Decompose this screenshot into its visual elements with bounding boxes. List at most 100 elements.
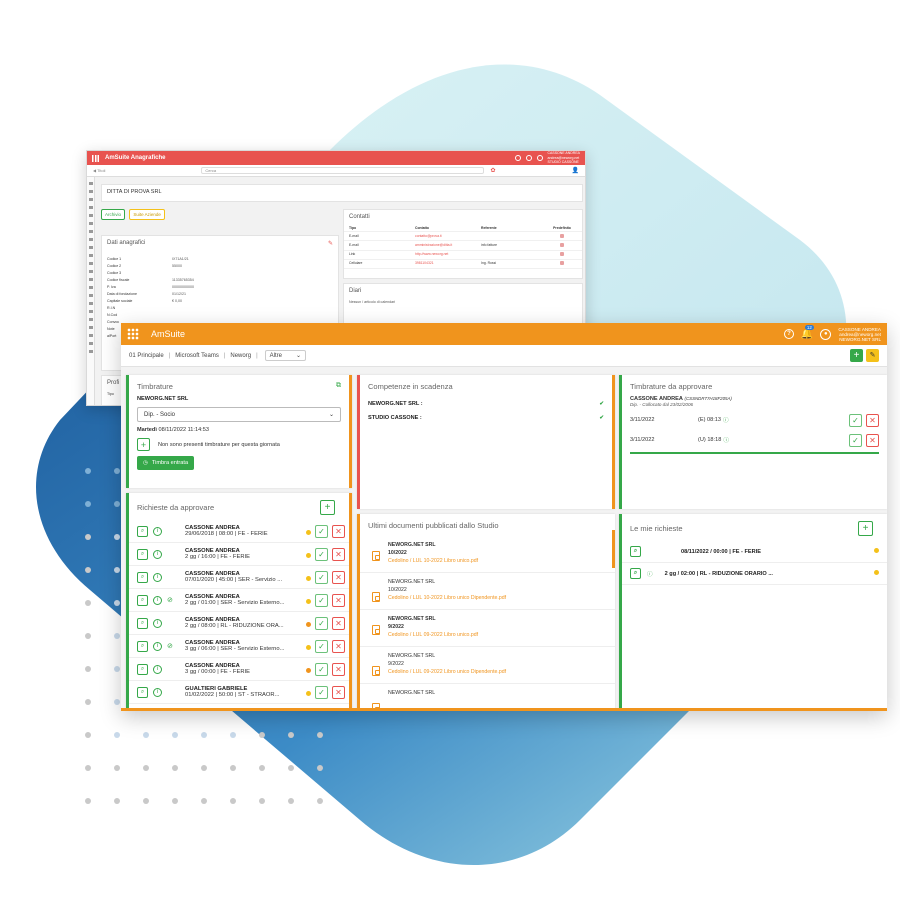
edit-icon[interactable]: ✎	[328, 240, 333, 247]
timbrature-select[interactable]: Dip. - Socio ⌄	[137, 407, 341, 422]
approve-button[interactable]: ✓	[849, 433, 862, 447]
document-row[interactable]: NEWORG.NET SRL 10/2022 Cedolino / LUL 10-2…	[360, 536, 615, 573]
edit-dashboard-button[interactable]: ✎	[866, 349, 879, 362]
reject-button[interactable]: ✕	[332, 547, 345, 561]
approve-button[interactable]: ✓	[315, 616, 328, 630]
apps-grid-icon[interactable]	[127, 328, 139, 340]
info-icon[interactable]: ⓘ	[723, 416, 729, 424]
info-icon[interactable]: i	[153, 549, 162, 559]
help-icon[interactable]: ?	[783, 329, 794, 339]
archive-button[interactable]: Archivio	[101, 209, 126, 220]
document-link[interactable]: Cedolino / LUL 09-2022 Libro unico Dipen…	[388, 668, 506, 676]
zoom-icon[interactable]: ⌕	[137, 686, 148, 698]
contact-cell	[481, 252, 547, 257]
add-widget-button[interactable]: +	[850, 349, 863, 362]
zoom-icon[interactable]: ⌕	[137, 571, 148, 583]
document-link[interactable]: Cedolino / LUL 10-2022 Libro unico Dipen…	[388, 594, 506, 602]
reject-button[interactable]: ✕	[332, 570, 345, 584]
reject-button[interactable]: ✕	[866, 413, 879, 427]
info-icon[interactable]: i	[153, 572, 162, 582]
approve-button[interactable]: ✓	[315, 593, 328, 607]
zoom-icon[interactable]: ⌕	[137, 617, 148, 629]
default-checkbox[interactable]	[547, 252, 577, 257]
default-checkbox[interactable]	[547, 261, 577, 266]
user-avatar-icon[interactable]: ●	[820, 328, 832, 340]
contact-row[interactable]: Link http://www.neworg.net	[344, 251, 582, 260]
checkbox-icon	[560, 242, 564, 247]
timbra-entrata-button[interactable]: ◷ Timbra entrata	[137, 456, 195, 470]
approve-button[interactable]: ✓	[315, 639, 328, 653]
attachment-icon[interactable]: ⊘	[167, 596, 173, 604]
info-icon[interactable]: i	[153, 641, 162, 651]
default-checkbox[interactable]	[547, 242, 577, 248]
approve-button[interactable]: ✓	[315, 709, 328, 712]
info-icon[interactable]: i	[153, 664, 162, 674]
reject-button[interactable]: ✕	[332, 709, 345, 712]
documenti-scrollbar[interactable]	[612, 530, 615, 568]
back-link[interactable]: ◀ Titoli	[93, 168, 105, 173]
document-row[interactable]: NEWORG.NET SRL 10/2022 Cedolino / LUL 10-2…	[360, 573, 615, 610]
contact-cell[interactable]: 3981104321	[415, 261, 481, 266]
contact-row[interactable]: Cellulare 3981104321 Ing. Rossi	[344, 260, 582, 269]
info-icon[interactable]: ⓘ	[647, 570, 653, 578]
nav-item-teams[interactable]: Microsoft Teams	[175, 353, 219, 359]
contact-cell[interactable]: contatto@prova.it	[415, 234, 481, 239]
zoom-icon[interactable]: ⌕	[137, 525, 148, 537]
reject-button[interactable]: ✕	[332, 685, 345, 699]
attachment-icon[interactable]: ⊘	[167, 642, 173, 650]
reject-button[interactable]: ✕	[332, 593, 345, 607]
add-mia-richiesta-button[interactable]: +	[858, 521, 873, 536]
document-row[interactable]: NEWORG.NET SRL 9/2022 Cedolino / LUL 09-20…	[360, 610, 615, 647]
nav-item-principale[interactable]: 01 Principale	[129, 353, 164, 359]
search-input[interactable]: Cerca	[201, 167, 485, 174]
add-timbratura-button[interactable]: +	[137, 438, 150, 451]
reject-button[interactable]: ✕	[332, 524, 345, 538]
add-richiesta-button[interactable]: +	[320, 500, 335, 515]
approve-button[interactable]: ✓	[315, 662, 328, 676]
contact-row[interactable]: E-mail contatto@prova.it	[344, 232, 582, 242]
contact-cell[interactable]: http://www.neworg.net	[415, 252, 481, 257]
contact-cell[interactable]: amministrazione@ditta.it	[415, 243, 481, 248]
zoom-icon[interactable]: ⌕	[137, 663, 148, 675]
info-icon[interactable]: i	[153, 526, 162, 536]
reject-button[interactable]: ✕	[332, 639, 345, 653]
reject-button[interactable]: ✕	[332, 616, 345, 630]
approve-button[interactable]: ✓	[849, 413, 862, 427]
document-row[interactable]: NEWORG.NET SRL	[360, 684, 615, 708]
refresh-icon[interactable]	[514, 155, 521, 161]
approve-button[interactable]: ✓	[315, 685, 328, 699]
notifications-bell-icon[interactable]: 🔔 12	[801, 324, 814, 340]
info-icon[interactable]: i	[153, 687, 162, 697]
document-link[interactable]: Cedolino / LUL 09-2022 Libro unico.pdf	[388, 631, 478, 639]
zoom-icon[interactable]: ⌕	[630, 546, 641, 557]
zoom-icon[interactable]: ⌕	[630, 568, 641, 579]
reject-button[interactable]: ✕	[332, 662, 345, 676]
info-icon[interactable]: i	[153, 711, 162, 712]
open-external-icon[interactable]: ⧉	[336, 382, 341, 391]
approve-button[interactable]: ✓	[315, 547, 328, 561]
approve-button[interactable]: ✓	[315, 570, 328, 584]
zoom-icon[interactable]: ⌕	[137, 640, 148, 652]
zoom-icon[interactable]: ⌕	[137, 594, 148, 606]
user-avatar-icon[interactable]	[536, 155, 543, 161]
help-icon[interactable]	[525, 155, 532, 161]
approve-button[interactable]: ✓	[315, 524, 328, 538]
reject-button[interactable]: ✕	[866, 433, 879, 447]
document-row[interactable]: NEWORG.NET SRL 9/2022 Cedolino / LUL 09-20…	[360, 647, 615, 684]
document-link[interactable]: Cedolino / LUL 10-2022 Libro unico.pdf	[388, 557, 478, 565]
richiesta-row: ⌕ i CASSONE ANDREA 29/06/2018 | 08:00 | FE …	[129, 520, 349, 543]
contact-row[interactable]: E-mail amministrazione@ditta.it info fattu…	[344, 241, 582, 251]
add-user-icon[interactable]: 👤	[572, 167, 579, 174]
info-icon[interactable]: ⓘ	[723, 436, 729, 444]
nav-item-neworg[interactable]: Neworg	[230, 353, 251, 359]
zoom-icon[interactable]: ⌕	[137, 548, 148, 560]
pattern-dot	[85, 666, 91, 672]
apps-grid-icon[interactable]	[92, 154, 99, 162]
info-icon[interactable]: i	[153, 618, 162, 628]
suite-aziende-button[interactable]: Suite Aziende	[129, 209, 165, 220]
default-checkbox[interactable]	[547, 233, 577, 239]
settings-icon[interactable]: ✿	[490, 167, 495, 174]
zoom-icon[interactable]: ⌕	[137, 710, 148, 712]
nav-more-select[interactable]: Altre ⌄	[264, 350, 307, 361]
info-icon[interactable]: i	[153, 595, 162, 605]
